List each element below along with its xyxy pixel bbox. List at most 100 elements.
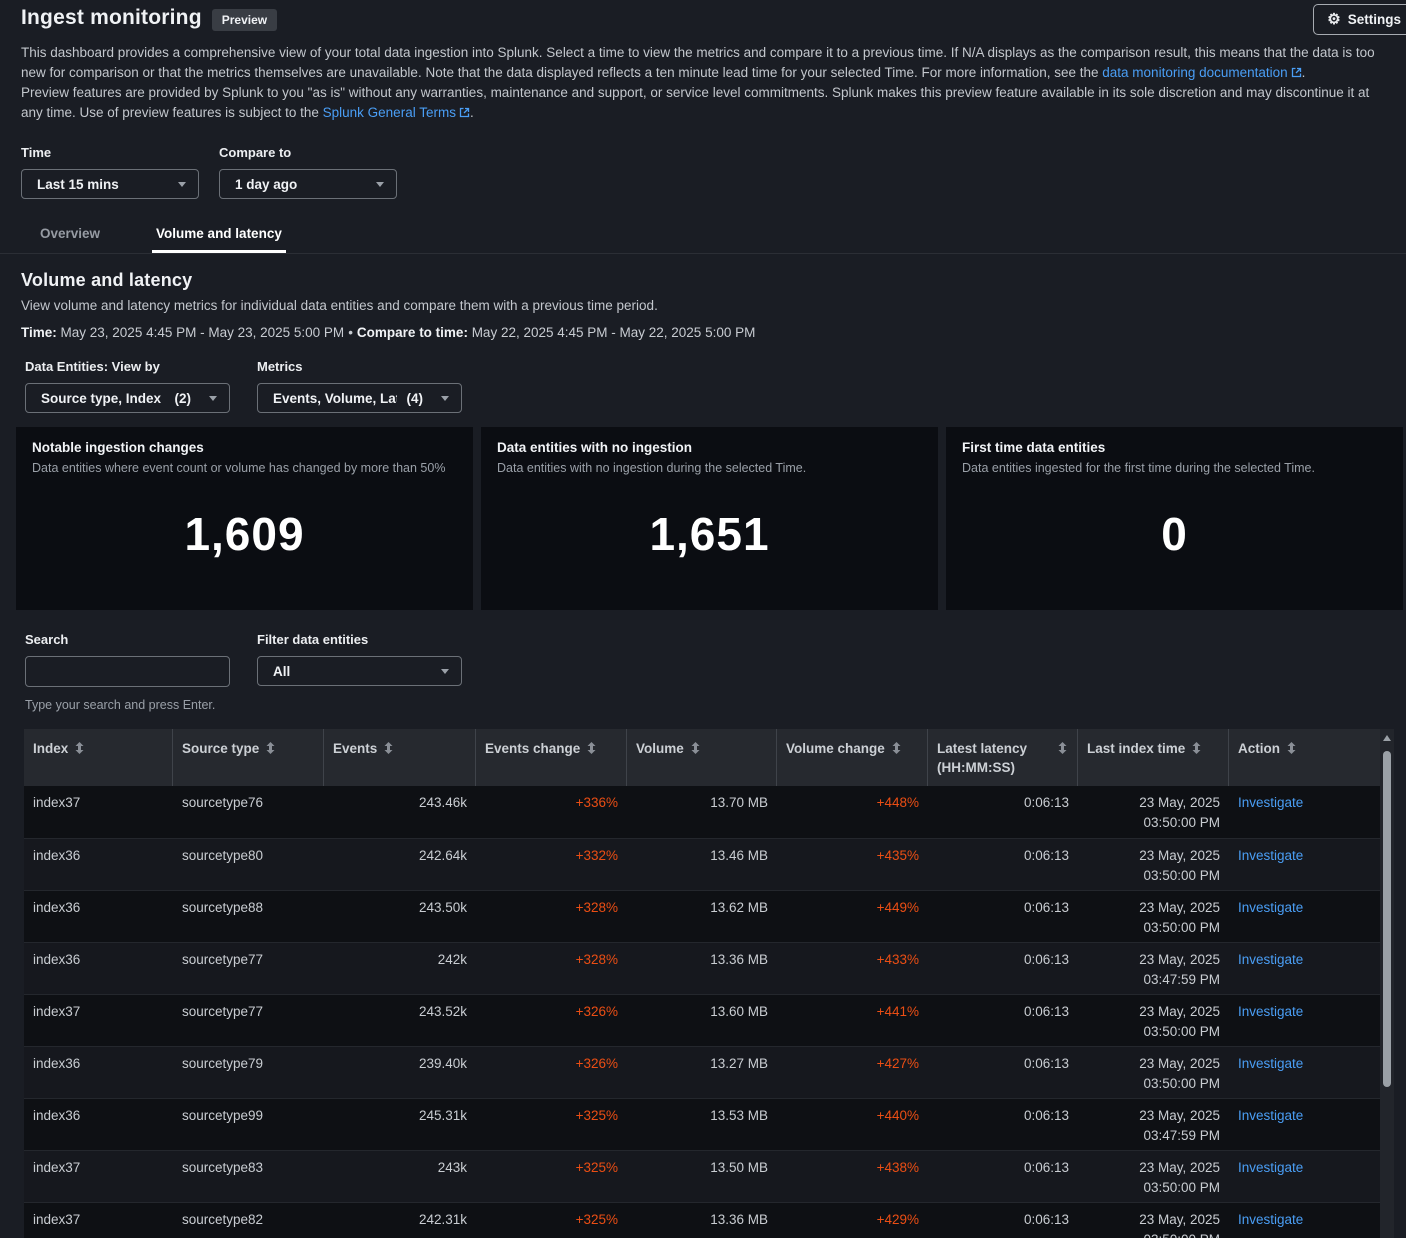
scroll-up-arrow-icon[interactable] bbox=[1383, 735, 1391, 741]
filter-entities-group: Filter data entities All bbox=[257, 632, 462, 687]
investigate-link[interactable]: Investigate bbox=[1238, 848, 1303, 863]
card-subtitle: Data entities where event count or volum… bbox=[32, 461, 457, 475]
filter-entities-dropdown-value: All bbox=[273, 664, 433, 679]
cell-action: Investigate bbox=[1229, 839, 1380, 890]
cell-latest-latency: 0:06:13 bbox=[928, 1047, 1078, 1098]
search-group: Search bbox=[25, 632, 230, 687]
table-row: index36 sourcetype77 242k +328% 13.36 MB… bbox=[24, 942, 1394, 994]
table-scrollbar[interactable] bbox=[1380, 729, 1394, 1238]
card-subtitle: Data entities ingested for the first tim… bbox=[962, 461, 1387, 475]
cell-volume: 13.70 MB bbox=[627, 786, 777, 838]
view-by-dropdown-value: Source type, Index bbox=[41, 391, 165, 406]
column-header-last-index-time[interactable]: Last index time bbox=[1078, 729, 1229, 786]
last-index-clock: 03:50:00 PM bbox=[1087, 1074, 1220, 1094]
data-monitoring-documentation-link[interactable]: data monitoring documentation bbox=[1102, 65, 1287, 80]
card-value: 0 bbox=[962, 507, 1387, 561]
time-dropdown[interactable]: Last 15 mins bbox=[21, 169, 199, 199]
cell-events-change: +328% bbox=[476, 943, 627, 994]
metrics-dropdown-value: Events, Volume, Lat... bbox=[273, 391, 397, 406]
column-header-source-type[interactable]: Source type bbox=[173, 729, 324, 786]
card-title: Notable ingestion changes bbox=[32, 440, 457, 455]
settings-button-label: Settings bbox=[1348, 12, 1401, 27]
investigate-link[interactable]: Investigate bbox=[1238, 1004, 1303, 1019]
investigate-link[interactable]: Investigate bbox=[1238, 1160, 1303, 1175]
column-header-events[interactable]: Events bbox=[324, 729, 476, 786]
investigate-link[interactable]: Investigate bbox=[1238, 952, 1303, 967]
sort-icon bbox=[690, 742, 701, 754]
column-header-index[interactable]: Index bbox=[24, 729, 173, 786]
last-index-date: 23 May, 2025 bbox=[1087, 1054, 1220, 1074]
cell-latest-latency: 0:06:13 bbox=[928, 995, 1078, 1046]
filter-entities-dropdown[interactable]: All bbox=[257, 656, 462, 686]
preview-badge: Preview bbox=[212, 9, 277, 31]
column-label: Events change bbox=[485, 739, 580, 758]
last-index-date: 23 May, 2025 bbox=[1087, 793, 1220, 813]
column-label: Last index time bbox=[1087, 739, 1185, 758]
settings-button[interactable]: ⚙ Settings bbox=[1313, 4, 1406, 35]
metrics-group: Metrics Events, Volume, Lat... (4) bbox=[257, 359, 462, 413]
tab-volume-and-latency[interactable]: Volume and latency bbox=[152, 226, 286, 253]
cell-action: Investigate bbox=[1229, 1099, 1380, 1150]
search-input[interactable] bbox=[25, 656, 230, 687]
cell-volume-change: +435% bbox=[777, 839, 928, 890]
compare-to-dropdown[interactable]: 1 day ago bbox=[219, 169, 397, 199]
view-by-group: Data Entities: View by Source type, Inde… bbox=[25, 359, 230, 413]
cell-index: index36 bbox=[24, 1047, 173, 1098]
column-label: Volume change bbox=[786, 739, 885, 758]
cell-volume-change: +429% bbox=[777, 1203, 928, 1238]
cell-last-index-time: 23 May, 2025 03:47:59 PM bbox=[1078, 1099, 1229, 1150]
splunk-general-terms-link[interactable]: Splunk General Terms bbox=[323, 105, 456, 120]
column-label: Latest latency(HH:MM:SS) bbox=[937, 739, 1027, 777]
card-subtitle: Data entities with no ingestion during t… bbox=[497, 461, 922, 475]
page-header: Ingest monitoring Preview ⚙ Settings bbox=[0, 0, 1406, 31]
description-text: . bbox=[1302, 65, 1306, 80]
description-text: Preview features are provided by Splunk … bbox=[21, 85, 1369, 120]
search-label: Search bbox=[25, 632, 230, 647]
column-header-latest-latency[interactable]: Latest latency(HH:MM:SS) bbox=[928, 729, 1078, 786]
view-by-dropdown[interactable]: Source type, Index (2) bbox=[25, 383, 230, 413]
cell-volume: 13.27 MB bbox=[627, 1047, 777, 1098]
tab-overview[interactable]: Overview bbox=[36, 226, 104, 253]
column-header-volume[interactable]: Volume bbox=[627, 729, 777, 786]
cell-volume: 13.36 MB bbox=[627, 943, 777, 994]
column-header-events-change[interactable]: Events change bbox=[476, 729, 627, 786]
cell-volume: 13.53 MB bbox=[627, 1099, 777, 1150]
column-label: Index bbox=[33, 739, 68, 758]
scrollbar-thumb[interactable] bbox=[1383, 751, 1391, 1087]
tab-bar: Overview Volume and latency bbox=[36, 226, 1406, 253]
cell-volume-change: +448% bbox=[777, 786, 928, 838]
investigate-link[interactable]: Investigate bbox=[1238, 900, 1303, 915]
cell-volume-change: +427% bbox=[777, 1047, 928, 1098]
cell-source-type: sourcetype99 bbox=[173, 1099, 324, 1150]
investigate-link[interactable]: Investigate bbox=[1238, 1108, 1303, 1123]
description-paragraph-2: Preview features are provided by Splunk … bbox=[21, 83, 1386, 123]
last-index-date: 23 May, 2025 bbox=[1087, 1158, 1220, 1178]
metrics-label: Metrics bbox=[257, 359, 462, 374]
ingest-monitoring-page: Ingest monitoring Preview ⚙ Settings Thi… bbox=[0, 0, 1406, 1238]
cell-action: Investigate bbox=[1229, 1151, 1380, 1202]
filter-entities-label: Filter data entities bbox=[257, 632, 462, 647]
caret-down-icon bbox=[376, 182, 384, 187]
investigate-link[interactable]: Investigate bbox=[1238, 795, 1303, 810]
cell-source-type: sourcetype79 bbox=[173, 1047, 324, 1098]
column-label: Volume bbox=[636, 739, 684, 758]
sort-icon bbox=[74, 742, 85, 754]
cell-source-type: sourcetype76 bbox=[173, 786, 324, 838]
table-row: index37 sourcetype77 243.52k +326% 13.60… bbox=[24, 994, 1394, 1046]
description-text: . bbox=[470, 105, 474, 120]
investigate-link[interactable]: Investigate bbox=[1238, 1056, 1303, 1071]
cell-events-change: +325% bbox=[476, 1099, 627, 1150]
table-row: index36 sourcetype99 245.31k +325% 13.53… bbox=[24, 1098, 1394, 1150]
investigate-link[interactable]: Investigate bbox=[1238, 1212, 1303, 1227]
last-index-clock: 03:47:59 PM bbox=[1087, 970, 1220, 990]
column-header-action[interactable]: Action bbox=[1229, 729, 1380, 786]
cell-events: 242.31k bbox=[324, 1203, 476, 1238]
metrics-dropdown[interactable]: Events, Volume, Lat... (4) bbox=[257, 383, 462, 413]
caret-down-icon bbox=[178, 182, 186, 187]
card-notable-ingestion-changes: Notable ingestion changes Data entities … bbox=[16, 427, 473, 610]
sort-icon bbox=[1191, 742, 1202, 754]
cell-source-type: sourcetype77 bbox=[173, 995, 324, 1046]
search-filter-row: Search Filter data entities All bbox=[0, 610, 1406, 687]
time-filter-controls: Time Last 15 mins Compare to 1 day ago bbox=[0, 123, 1406, 199]
column-header-volume-change[interactable]: Volume change bbox=[777, 729, 928, 786]
